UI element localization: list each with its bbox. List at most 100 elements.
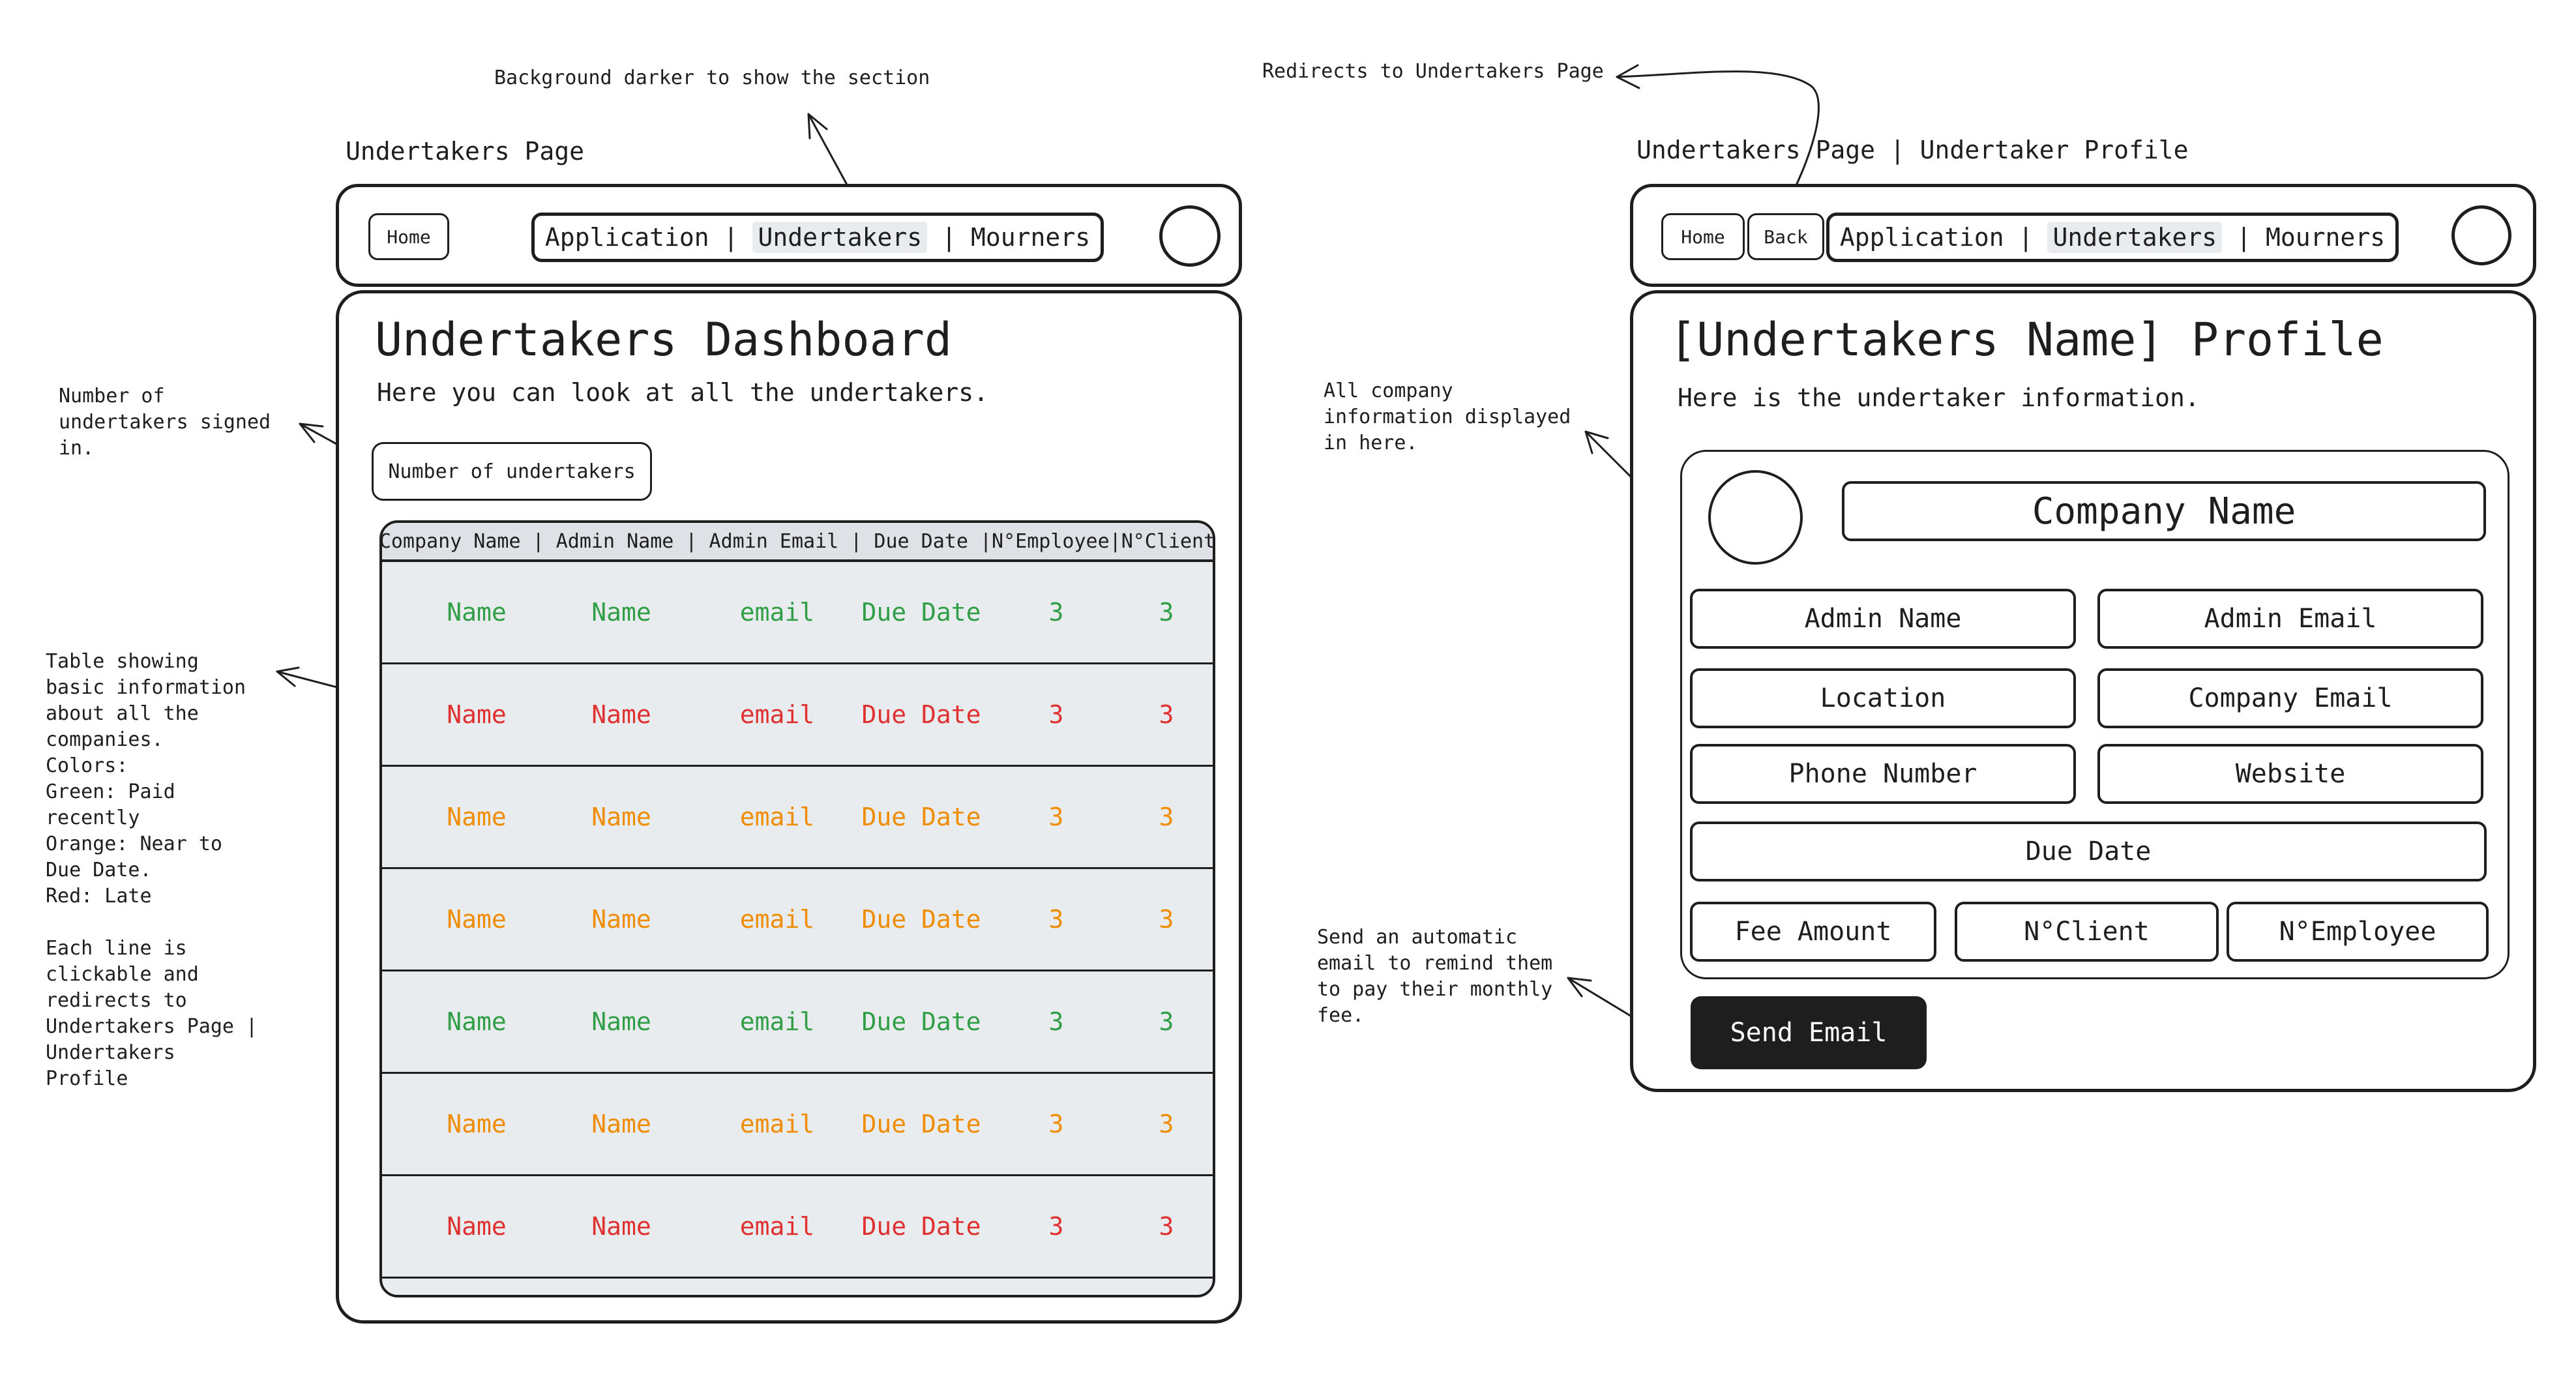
cell-admin-name: Name xyxy=(591,803,651,831)
number-of-undertakers-card: Number of undertakers xyxy=(372,442,652,501)
cell-n-employee: 3 xyxy=(1048,700,1064,729)
cell-due-date: Due Date xyxy=(861,700,981,729)
tab-application[interactable]: Application xyxy=(545,223,709,252)
n-client-field: N°Client xyxy=(1955,902,2219,962)
cell-admin-name: Name xyxy=(591,1007,651,1036)
cell-admin-name: Name xyxy=(591,1110,651,1138)
cell-n-employee: 3 xyxy=(1048,1007,1064,1036)
phone-number-field: Phone Number xyxy=(1690,744,2076,804)
table-row[interactable]: Name Name email Due Date 3 3 xyxy=(382,562,1213,664)
cell-n-employee: 3 xyxy=(1048,598,1064,627)
cell-due-date: Due Date xyxy=(861,1110,981,1138)
cell-due-date: Due Date xyxy=(861,803,981,831)
dashboard-frame: Undertakers Dashboard Here you can look … xyxy=(336,290,1242,1324)
cell-admin-name: Name xyxy=(591,1212,651,1241)
cell-admin-email: email xyxy=(739,803,815,831)
admin-email-field: Admin Email xyxy=(2097,589,2483,649)
cell-company-name: Name xyxy=(447,905,507,934)
cell-n-client: 3 xyxy=(1159,598,1174,627)
page-subtitle: Here is the undertaker information. xyxy=(1678,383,2200,412)
cell-n-client: 3 xyxy=(1159,1007,1174,1036)
annotation-redirects: Redirects to Undertakers Page xyxy=(1262,60,1604,83)
cell-n-client: 3 xyxy=(1159,905,1174,934)
cell-company-name: Name xyxy=(447,1110,507,1138)
company-email-field: Company Email xyxy=(2097,668,2483,728)
back-button[interactable]: Back xyxy=(1747,213,1824,260)
cell-company-name: Name xyxy=(447,700,507,729)
annotation-table-info: Table showing basic information about al… xyxy=(46,650,258,1090)
table-row[interactable]: Name Name email Due Date 3 3 xyxy=(382,869,1213,971)
cell-company-name: Name xyxy=(447,803,507,831)
page-label-dashboard: Undertakers Page xyxy=(346,137,585,166)
cell-n-employee: 3 xyxy=(1048,803,1064,831)
page-label-profile: Undertakers Page | Undertaker Profile xyxy=(1636,136,2189,164)
tab-mourners[interactable]: Mourners xyxy=(2266,223,2385,252)
tab-undertakers[interactable]: Undertakers xyxy=(752,222,928,253)
nav-tabs: Application | Undertakers | Mourners xyxy=(1826,213,2399,262)
home-button[interactable]: Home xyxy=(1661,213,1745,260)
n-employee-field: N°Employee xyxy=(2227,902,2489,962)
website-field: Website xyxy=(2097,744,2483,804)
nav-separator: | xyxy=(2236,223,2252,252)
cell-admin-name: Name xyxy=(591,700,651,729)
due-date-field: Due Date xyxy=(1690,822,2487,881)
nav-separator: | xyxy=(941,223,957,252)
cell-admin-email: email xyxy=(739,905,815,934)
cell-company-name: Name xyxy=(447,1007,507,1036)
cell-due-date: Due Date xyxy=(861,598,981,627)
page-subtitle: Here you can look at all the undertakers… xyxy=(377,378,988,407)
cell-company-name: Name xyxy=(447,1212,507,1241)
cell-due-date: Due Date xyxy=(861,1007,981,1036)
cell-admin-email: email xyxy=(739,598,815,627)
location-field: Location xyxy=(1690,668,2076,728)
annotation-all-company: All company information displayed in her… xyxy=(1324,379,1571,454)
company-logo xyxy=(1708,470,1803,565)
avatar[interactable] xyxy=(2451,205,2511,265)
avatar[interactable] xyxy=(1159,205,1221,267)
page-title: Undertakers Dashboard xyxy=(375,313,953,366)
tab-undertakers[interactable]: Undertakers xyxy=(2047,222,2223,253)
cell-n-client: 3 xyxy=(1159,1212,1174,1241)
table-row[interactable]: Name Name email Due Date 3 3 xyxy=(382,1074,1213,1176)
cell-admin-name: Name xyxy=(591,598,651,627)
cell-due-date: Due Date xyxy=(861,1212,981,1241)
cell-n-client: 3 xyxy=(1159,803,1174,831)
cell-due-date: Due Date xyxy=(861,905,981,934)
annotation-background-darker: Background darker to show the section xyxy=(494,67,930,89)
nav-separator: | xyxy=(723,223,739,252)
fee-amount-field: Fee Amount xyxy=(1690,902,1936,962)
page-title: [Undertakers Name] Profile xyxy=(1669,313,2384,366)
cell-company-name: Name xyxy=(447,598,507,627)
company-name-field: Company Name xyxy=(1842,481,2486,541)
nav-separator: | xyxy=(2018,223,2034,252)
cell-admin-email: email xyxy=(739,1110,815,1138)
table-body: Name Name email Due Date 3 3 Name Name email Due … xyxy=(382,562,1213,1295)
company-info-card: Company Name Admin Name Admin Email Loca… xyxy=(1680,450,2509,979)
profile-frame: [Undertakers Name] Profile Here is the u… xyxy=(1630,290,2536,1092)
cell-n-employee: 3 xyxy=(1048,1110,1064,1138)
send-email-button[interactable]: Send Email xyxy=(1691,996,1927,1069)
table-row[interactable]: Name Name email Due Date 3 3 xyxy=(382,971,1213,1074)
table-row[interactable]: Name Name email Due Date 3 3 xyxy=(382,767,1213,869)
profile-navbar: Home Back Application | Undertakers | Mo… xyxy=(1630,184,2536,287)
home-button[interactable]: Home xyxy=(368,213,449,260)
cell-admin-name: Name xyxy=(591,905,651,934)
table-header: Company Name | Admin Name | Admin Email … xyxy=(382,523,1213,562)
cell-n-employee: 3 xyxy=(1048,1212,1064,1241)
annotation-number-signed: Number of undertakers signed in. xyxy=(59,385,271,460)
table-row[interactable]: Name Name email Due Date 3 3 xyxy=(382,664,1213,767)
cell-admin-email: email xyxy=(739,1212,815,1241)
dashboard-navbar: Home Application | Undertakers | Mourner… xyxy=(336,184,1242,287)
undertakers-table: Company Name | Admin Name | Admin Email … xyxy=(379,520,1215,1297)
cell-admin-email: email xyxy=(739,1007,815,1036)
admin-name-field: Admin Name xyxy=(1690,589,2076,649)
cell-admin-email: email xyxy=(739,700,815,729)
table-row[interactable]: Name Name email Due Date 3 3 xyxy=(382,1176,1213,1279)
annotation-send-email: Send an automatic email to remind them t… xyxy=(1317,926,1553,1027)
cell-n-client: 3 xyxy=(1159,1110,1174,1138)
cell-n-employee: 3 xyxy=(1048,905,1064,934)
tab-application[interactable]: Application xyxy=(1840,223,2004,252)
tab-mourners[interactable]: Mourners xyxy=(971,223,1090,252)
nav-tabs: Application | Undertakers | Mourners xyxy=(531,213,1104,262)
cell-n-client: 3 xyxy=(1159,700,1174,729)
